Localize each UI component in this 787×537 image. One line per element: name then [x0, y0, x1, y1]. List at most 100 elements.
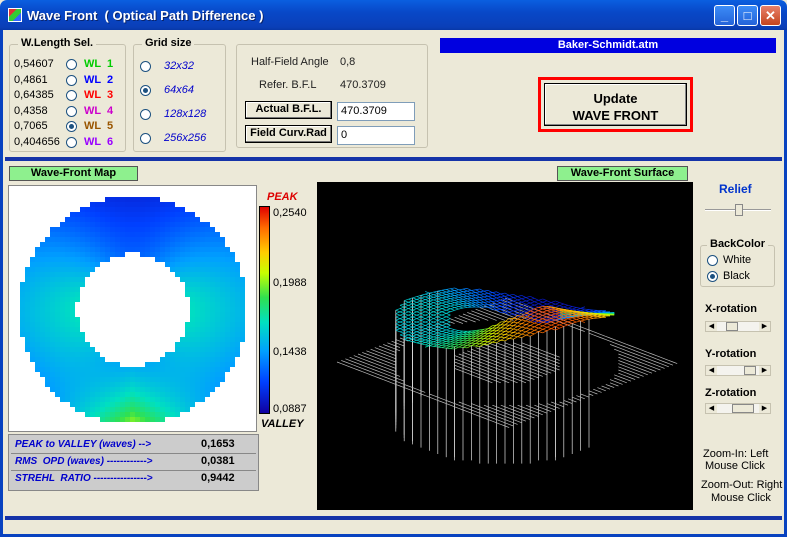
x-rotation-thumb[interactable]: [726, 322, 738, 331]
map-cell: [85, 372, 90, 377]
surface-mesh-line: [412, 318, 417, 321]
map-cell: [180, 392, 185, 397]
y-rotation-thumb[interactable]: [744, 366, 756, 375]
surface-mesh-line: [542, 301, 548, 305]
z-rotation-scrollbar[interactable]: ◀ ▶: [705, 403, 771, 414]
grid-size-radio[interactable]: [140, 61, 151, 72]
surface-mesh-line: [530, 299, 535, 303]
map-cell: [100, 387, 105, 392]
map-cell: [220, 367, 225, 372]
wave-front-surface-view[interactable]: [317, 182, 693, 510]
surface-mesh-line: [416, 329, 422, 333]
wavelength-radio-6[interactable]: [66, 136, 77, 148]
maximize-button[interactable]: □: [737, 5, 758, 26]
surface-mesh-line: [454, 287, 459, 291]
wavelength-row-3[interactable]: 0,64385 WL 3: [14, 88, 124, 103]
map-cell: [180, 217, 185, 222]
update-wave-front-button-face[interactable]: Update WAVE FRONT: [544, 83, 687, 126]
map-cell: [190, 337, 195, 342]
grid-size-row-64x64[interactable]: 64x64: [140, 83, 240, 99]
y-rotation-left-arrow[interactable]: ◀: [706, 366, 717, 375]
wavelength-radio-3[interactable]: [66, 90, 77, 101]
map-cell: [165, 227, 170, 232]
z-rotation-left-arrow[interactable]: ◀: [706, 404, 717, 413]
surface-flat-line: [660, 366, 665, 369]
z-rotation-right-arrow[interactable]: ▶: [759, 404, 770, 413]
wavelength-row-1[interactable]: 0,54607 WL 1: [14, 57, 124, 72]
grid-size-radio[interactable]: [140, 133, 151, 144]
map-cell: [180, 402, 185, 407]
surface-flat-line: [588, 332, 594, 336]
surface-mesh-line: [509, 303, 514, 306]
map-cell: [20, 327, 25, 332]
map-cell: [120, 197, 125, 202]
surface-mesh-line: [446, 328, 451, 331]
grid-size-radio[interactable]: [140, 85, 151, 96]
field-curv-rad-button[interactable]: Field Curv.Rad: [245, 125, 332, 143]
wavelength-radio-1[interactable]: [66, 59, 77, 70]
wavelength-radio-4[interactable]: [66, 105, 77, 117]
map-cell: [30, 262, 35, 267]
wavelength-radio-5[interactable]: [66, 121, 77, 132]
wavelength-radio-2[interactable]: [66, 74, 77, 86]
grid-size-row-128x128[interactable]: 128x128: [140, 107, 240, 123]
close-button[interactable]: ✕: [760, 5, 781, 26]
surface-mesh-line: [479, 343, 485, 347]
relief-slider[interactable]: [705, 204, 771, 216]
surface-mesh-line: [433, 323, 438, 326]
grid-size-row-256x256[interactable]: 256x256: [140, 131, 240, 147]
map-cell: [210, 292, 215, 297]
x-rotation-scrollbar[interactable]: ◀ ▶: [705, 321, 771, 332]
x-rotation-left-arrow[interactable]: ◀: [706, 322, 717, 331]
map-cell: [130, 377, 135, 382]
wavelength-row-4[interactable]: 0,4358 WL 4: [14, 104, 124, 119]
map-cell: [145, 227, 150, 232]
surface-flat-line: [576, 324, 581, 328]
surface-mesh-line: [399, 326, 405, 329]
map-cell: [210, 307, 215, 312]
z-rotation-thumb[interactable]: [732, 404, 754, 413]
map-cell: [220, 287, 225, 292]
surface-flat-line: [378, 345, 384, 348]
update-wave-front-button[interactable]: Update WAVE FRONT: [538, 77, 693, 132]
surface-mesh-line: [425, 329, 430, 333]
map-cell: [75, 292, 80, 297]
map-cell: [165, 352, 170, 357]
wavelength-row-5[interactable]: 0,7065 WL 5: [14, 119, 124, 134]
map-cell: [85, 377, 90, 382]
wavelength-row-2[interactable]: 0,4861 WL 2: [14, 73, 124, 88]
map-cell: [40, 312, 45, 317]
map-cell: [70, 282, 75, 287]
map-cell: [80, 232, 85, 237]
minimize-button[interactable]: _: [714, 5, 735, 26]
field-curv-rad-input[interactable]: 0: [337, 126, 415, 145]
map-cell: [210, 317, 215, 322]
title-bar[interactable]: Wave Front ( Optical Path Difference ) _…: [0, 0, 787, 30]
map-cell: [85, 217, 90, 222]
y-rotation-scrollbar[interactable]: ◀ ▶: [705, 365, 771, 376]
grid-size-radio[interactable]: [140, 109, 151, 120]
y-rotation-right-arrow[interactable]: ▶: [759, 366, 770, 375]
surface-mesh-line: [530, 333, 535, 337]
actual-bfl-input[interactable]: 470.3709: [337, 102, 415, 121]
relief-slider-thumb[interactable]: [735, 204, 743, 216]
wavelength-row-6[interactable]: 0,404656 WL 6: [14, 135, 124, 150]
map-cell: [70, 237, 75, 242]
backcolor-white-radio[interactable]: [707, 255, 718, 266]
surface-flat-line: [509, 420, 514, 424]
map-cell: [120, 372, 125, 377]
map-cell: [110, 402, 115, 407]
grid-size-row-32x32[interactable]: 32x32: [140, 59, 240, 75]
surface-mesh-line: [412, 332, 417, 336]
map-cell: [145, 372, 150, 377]
surface-mesh-line: [420, 331, 426, 334]
map-cell: [45, 302, 50, 307]
wave-front-map[interactable]: [8, 185, 257, 432]
x-rotation-right-arrow[interactable]: ▶: [759, 322, 770, 331]
backcolor-black-radio[interactable]: [707, 271, 718, 282]
map-cell: [20, 302, 25, 307]
actual-bfl-button[interactable]: Actual B.F.L.: [245, 101, 332, 119]
surface-mesh-line: [429, 328, 434, 331]
surface-mesh-line: [433, 301, 438, 304]
map-cell: [165, 412, 170, 417]
